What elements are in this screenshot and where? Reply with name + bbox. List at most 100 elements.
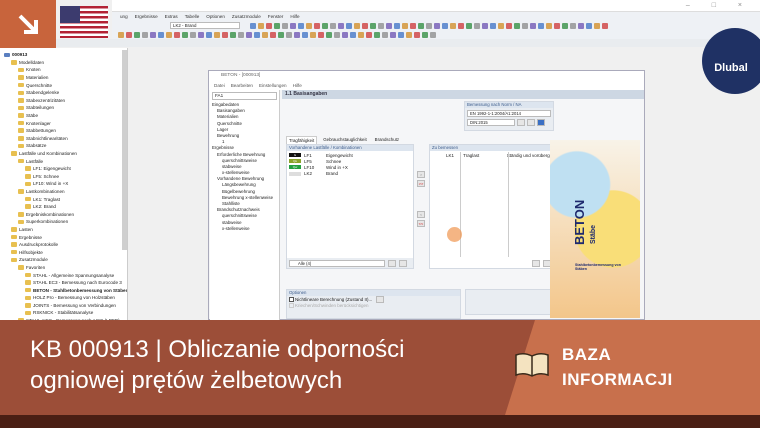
toolbar-icon[interactable] [314,22,320,29]
toolbar-icon[interactable] [562,22,568,29]
toolbar-icon[interactable] [458,22,464,29]
navigator-scrollbar[interactable] [122,50,127,250]
toolbar-icon[interactable] [358,31,364,38]
toolbar-icon[interactable] [230,31,236,38]
nonlinear-settings-button[interactable] [376,295,385,303]
toolbar-icon[interactable] [134,31,140,38]
dialog-menu-item[interactable]: Hilfe [293,83,302,88]
remove-all-button[interactable]: << [417,220,425,227]
tree-item[interactable]: LK1: Traglast [4,195,127,203]
to-design-row[interactable]: LK1 Traglast Ständig und vorüberg. [432,152,551,158]
tree-item[interactable]: LF10: Wind in +X [4,180,127,188]
toolbar-icon[interactable] [498,22,504,29]
tree-item[interactable]: Zusatzmodule [4,256,127,264]
tree-item[interactable]: Ergebnisse [4,233,127,241]
dialog-menu-item[interactable]: Datei [214,83,225,88]
toolbar-icon[interactable] [338,22,344,29]
toolbar-icon[interactable] [570,22,576,29]
toolbar-icon[interactable] [290,22,296,29]
tree-item[interactable]: LF5: Schnee [4,173,127,181]
tree-item[interactable]: Materialien [4,74,127,82]
window-controls[interactable]: – □ × [686,2,752,9]
toolbar-icon[interactable] [334,31,340,38]
toolbar-icon[interactable] [430,31,436,38]
toolbar-icon[interactable] [474,22,480,29]
toolbar-icon[interactable] [350,31,356,38]
toolbar-icon[interactable] [366,31,372,38]
na-select[interactable]: DIN:2015 [467,119,515,126]
toolbar-icon[interactable] [450,22,456,29]
toolbar-icon[interactable] [246,31,252,38]
tree-item[interactable]: Hilfsobjekte [4,248,127,256]
tree-item[interactable]: Stäbe [4,112,127,120]
toolbar-icon[interactable] [514,22,520,29]
toolbar-icon[interactable] [158,31,164,38]
toolbar-icon[interactable] [406,31,412,38]
toolbar-icon[interactable] [402,22,408,29]
tree-item[interactable]: Ergebniskombinationen [4,210,127,218]
menu-item[interactable]: ung [120,14,128,19]
toolbar-icon[interactable] [298,22,304,29]
tree-item[interactable]: RSKNICK - Stabilitätsanalyse [4,309,127,317]
toolbar-icon[interactable] [586,22,592,29]
creep-checkbox[interactable] [289,302,294,308]
toolbar-icon[interactable] [422,31,428,38]
toolbar-icon[interactable] [434,22,440,29]
toolbar-icon[interactable] [522,22,528,29]
menu-item[interactable]: Tabelle [185,14,200,19]
toolbar-icon[interactable] [282,22,288,29]
toolbar-icon[interactable] [150,31,156,38]
filter-select[interactable]: Alle (4) [289,259,385,267]
toolbar-icon[interactable] [326,31,332,38]
toolbar-icon[interactable] [490,22,496,29]
tree-item[interactable]: Favoriten [4,264,127,272]
toolbar-icon[interactable] [578,22,584,29]
toolbar-icon[interactable] [426,22,432,29]
case-select[interactable]: FA1 [212,92,277,100]
toolbar-icon[interactable] [318,31,324,38]
toolbar-icon[interactable] [554,22,560,29]
toolbar-icon[interactable] [506,22,512,29]
toolbar-icon[interactable] [206,31,212,38]
tree-item[interactable]: Stabsätze [4,142,127,150]
tree-item[interactable]: Ausdruckprotokolle [4,241,127,249]
toolbar-icon[interactable] [530,22,536,29]
tree-item[interactable]: Stabendgelenke [4,89,127,97]
tree-item[interactable]: BETON - Stahlbetonbemessung von Stäben [4,286,127,294]
toolbar-icon[interactable] [198,31,204,38]
toolbar-icon[interactable] [306,22,312,29]
toolbar-icon[interactable] [174,31,180,38]
menu-item[interactable]: Zusatzmodule [232,14,261,19]
tree-item[interactable]: JOINTS - Bemessung von Verbindungen [4,302,127,310]
toolbar-icon[interactable] [602,22,608,29]
toolbar-icon[interactable] [222,31,228,38]
menu-item[interactable]: Fenster [268,14,284,19]
toolbar-icon[interactable] [546,22,552,29]
tree-item[interactable]: Stabbettungen [4,127,127,135]
existing-case-row[interactable]: LK2 Brand [289,171,411,177]
na-edit-button[interactable] [517,119,525,126]
tree-item[interactable]: Lastfälle [4,157,127,165]
menu-item[interactable]: Hilfe [290,14,299,19]
toolbar-icon[interactable] [482,22,488,29]
tree-item[interactable]: Lasten [4,226,127,234]
toolbar-icon[interactable] [214,31,220,38]
dialog-menu-item[interactable]: Bearbeiten [231,83,253,88]
tree-item[interactable]: Stabteilungen [4,104,127,112]
toolbar-icon[interactable] [374,31,380,38]
toolbar-icon[interactable] [258,22,264,29]
toolbar-icon[interactable] [386,22,392,29]
tree-item[interactable]: Stabnichtlinearitäten [4,135,127,143]
toolbar-icon[interactable] [294,31,300,38]
toolbar-icon[interactable] [270,31,276,38]
toolbar-icon[interactable] [274,22,280,29]
toolbar-icon[interactable] [410,22,416,29]
toolbar-icon[interactable] [330,22,336,29]
tree-item[interactable]: Querschnitte [4,81,127,89]
toolbar-icon[interactable] [238,31,244,38]
toolbar-icon[interactable] [442,22,448,29]
menu-item[interactable]: Optionen [206,14,225,19]
toolbar-icon[interactable] [362,22,368,29]
tree-item[interactable]: Knoten [4,66,127,74]
load-case-select[interactable]: LK2 - Brand [170,22,240,29]
